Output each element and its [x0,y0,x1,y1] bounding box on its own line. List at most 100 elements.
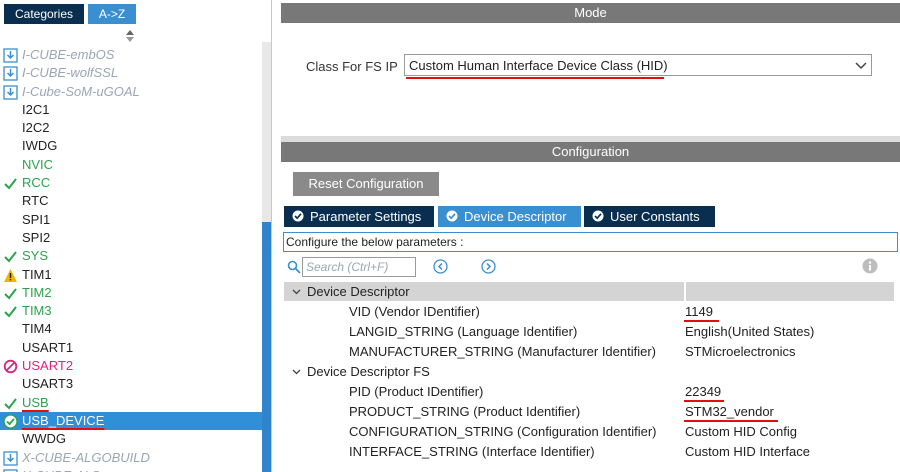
peripheral-item[interactable]: RCC [0,174,262,192]
view-tabs: Categories A->Z [0,0,272,24]
parameters-description: Configure the below parameters : [283,232,898,252]
chevron-down-icon [292,289,301,295]
peripheral-item[interactable]: USART3 [0,375,262,393]
peripheral-item[interactable]: I-CUBE-wolfSSL [0,64,262,82]
tab-label: Parameter Settings [310,209,422,224]
download-icon [3,84,18,100]
peripheral-label: IWDG [22,138,58,154]
param-value-vid[interactable]: 1149 [685,302,713,322]
search-previous-icon[interactable] [433,259,448,274]
peripheral-label: WWDG [22,431,67,447]
ip-config-panel: Mode Class For FS IP Custom Human Interf… [281,0,900,472]
mode-area: Class For FS IP Custom Human Interface D… [281,23,900,136]
reset-configuration-button[interactable]: Reset Configuration [293,172,439,196]
peripheral-item[interactable]: RTC [0,192,262,210]
peripheral-label: I2C2 [22,120,50,136]
peripheral-item[interactable]: USB [0,394,262,412]
mode-header: Mode [281,3,900,23]
peripheral-item[interactable]: USART1 [0,339,262,357]
search-input[interactable]: Search (Ctrl+F) [302,257,416,277]
search-next-icon[interactable] [481,259,496,274]
peripheral-label: TIM2 [22,284,52,300]
peripheral-item[interactable]: I2C1 [0,101,262,119]
peripheral-item[interactable]: TIM4 [0,320,262,338]
param-name: VID (Vendor IDentifier) [349,304,480,319]
peripheral-item[interactable]: SPI1 [0,211,262,229]
download-icon [3,48,18,63]
column-separator [684,282,686,301]
check-circle-icon [592,210,604,222]
download-icon [3,66,18,81]
peripheral-item[interactable]: X-CUBE-ALGOBUILD [0,449,262,467]
group-label: Device Descriptor [307,284,410,299]
group-device-descriptor[interactable]: Device Descriptor [284,282,410,301]
param-value-langid[interactable]: English(United States) [685,322,814,342]
peripheral-label: I-CUBE-wolfSSL [22,65,119,81]
peripheral-item[interactable]: SPI2 [0,229,262,247]
param-name: PID (Product IDentifier) [349,384,484,399]
param-value-manufacturer[interactable]: STMicroelectronics [685,342,796,362]
peripheral-label: TIM4 [22,321,52,337]
param-name: LANGID_STRING (Language Identifier) [349,324,578,339]
peripheral-item[interactable]: IWDG [0,137,262,155]
param-value-interface-string[interactable]: Custom HID Interface [685,442,810,462]
peripheral-label: I-Cube-SoM-uGOAL [22,83,140,99]
param-name: MANUFACTURER_STRING (Manufacturer Identi… [349,344,657,359]
peripheral-item[interactable]: USART2 [0,357,262,375]
peripheral-label: SPI1 [22,211,51,227]
peripheral-label: TIM3 [22,303,52,319]
tab-a-z[interactable]: A->Z [88,4,136,24]
search-icon [287,260,301,274]
peripheral-label: USART1 [22,339,74,355]
peripheral-item[interactable]: USB_DEVICE [0,411,262,431]
peripheral-item[interactable]: TIM2 [0,284,262,302]
peripheral-item[interactable]: I-Cube-SoM-uGOAL [0,83,262,101]
peripheral-label: USB [22,394,49,410]
peripheral-item[interactable]: TIM3 [0,302,262,320]
chevron-down-icon [855,62,867,70]
sort-icon[interactable] [125,29,135,43]
class-select-value: Custom Human Interface Device Class (HID… [409,58,668,73]
peripheral-label: USART2 [22,358,74,374]
peripheral-list: I-CUBE-embOS I-CUBE-wolfSSL I-Cube-SoM-uGO… [0,46,262,472]
param-value-configuration-string[interactable]: Custom HID Config [685,422,797,442]
peripheral-list-panel: Categories A->Z I-CUBE-embOS I-CUBE-wolfS… [0,0,272,472]
tab-label: Device Descriptor [464,209,567,224]
warning-icon [3,268,18,283]
param-value-pid[interactable]: 22349 [685,382,721,402]
tab-device-descriptor[interactable]: Device Descriptor [438,206,581,227]
peripheral-label: SYS [22,248,49,264]
peripheral-label: X-CUBE-ALGOBUILD [22,449,150,465]
peripheral-item[interactable]: TIM1 [0,266,262,284]
tab-parameter-settings[interactable]: Parameter Settings [284,206,434,227]
peripheral-label: X-CUBE-ALS [22,468,100,472]
info-icon[interactable] [862,258,878,274]
forbidden-icon [3,359,18,374]
class-for-fs-ip-label: Class For FS IP [306,59,398,74]
peripheral-label: RTC [22,193,49,209]
stm32cube-ip-config: Categories A->Z I-CUBE-embOS I-CUBE-wolfS… [0,0,900,472]
peripheral-item[interactable]: WWDG [0,430,262,448]
class-for-fs-ip-select[interactable]: Custom Human Interface Device Class (HID… [404,54,872,76]
peripheral-label: TIM1 [22,266,52,282]
param-name: CONFIGURATION_STRING (Configuration Iden… [349,424,657,439]
peripheral-item[interactable]: I2C2 [0,119,262,137]
scrollbar-thumb[interactable] [262,222,271,472]
list-scrollbar[interactable] [262,42,271,472]
peripheral-label: I2C1 [22,101,50,117]
configuration-header: Configuration [281,142,900,162]
peripheral-item[interactable]: SYS [0,247,262,265]
peripheral-label: USB_DEVICE [22,412,105,428]
param-name: PRODUCT_STRING (Product Identifier) [349,404,581,419]
tab-categories[interactable]: Categories [4,4,84,24]
tab-user-constants[interactable]: User Constants [584,206,715,227]
tab-label: User Constants [610,209,700,224]
param-value-product-string[interactable]: STM32_vendor [685,402,774,422]
peripheral-label: USART3 [22,376,74,392]
group-device-descriptor-fs[interactable]: Device Descriptor FS [284,362,430,381]
peripheral-item[interactable]: X-CUBE-ALS [0,467,262,472]
check-icon [3,249,18,264]
peripheral-item[interactable]: I-CUBE-embOS [0,46,262,64]
peripheral-item[interactable]: NVIC [0,156,262,174]
peripheral-label: NVIC [22,156,54,172]
